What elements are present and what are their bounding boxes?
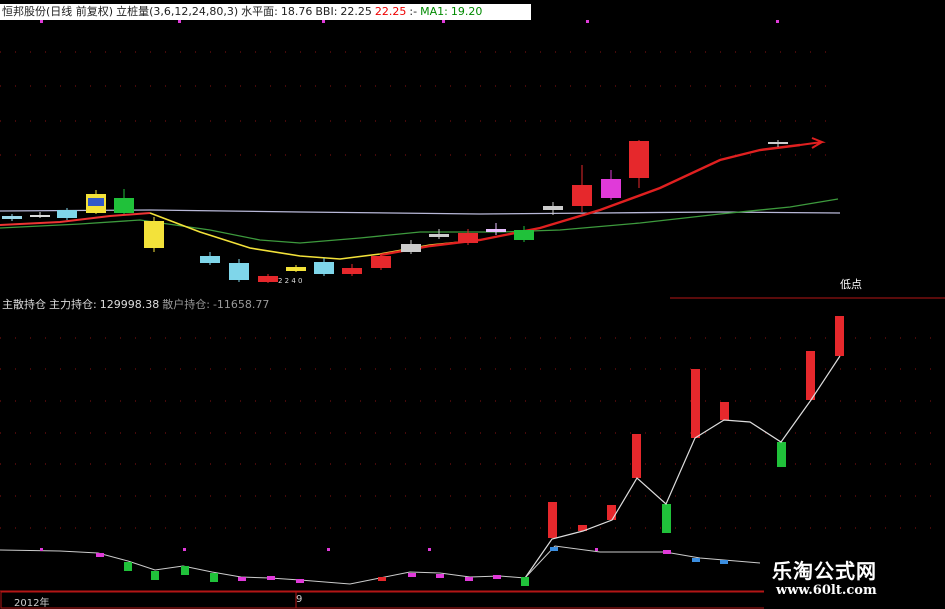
- sub-marker: [327, 548, 330, 551]
- sub-marker: [595, 548, 598, 551]
- stock-title: 恒邦股份(日线 前复权): [2, 5, 114, 18]
- candle-body: [258, 276, 278, 282]
- ma1-value: 19.20: [450, 5, 483, 18]
- candle-body: [114, 198, 134, 213]
- main-holding-value: 129998.38: [99, 298, 160, 311]
- retail-bar: [238, 577, 246, 581]
- watermark-title: 乐淘公式网: [772, 559, 877, 583]
- bbi-label: BBI:: [315, 5, 338, 18]
- candle-body: [286, 267, 306, 271]
- candle-body: [768, 142, 788, 144]
- sub-marker: [40, 548, 43, 551]
- sub-marker: [428, 548, 431, 551]
- watermark: 乐淘公式网 www.60lt.com: [764, 551, 945, 609]
- candle-body: [401, 244, 421, 252]
- holding-bar: [835, 316, 844, 356]
- watermark-url: www.60lt.com: [776, 583, 877, 598]
- candle-body: [57, 210, 77, 218]
- retail-bar: [124, 562, 132, 571]
- candle-body: [314, 262, 334, 274]
- candle-body: [342, 268, 362, 274]
- candle-body: [429, 234, 449, 237]
- retail-bar: [181, 566, 189, 575]
- holding-bar: [777, 442, 786, 467]
- candle-body: [543, 206, 563, 210]
- marker: [322, 20, 325, 23]
- candle-body: [514, 230, 534, 240]
- level-value: 18.76: [280, 5, 313, 18]
- candle-body: [572, 185, 592, 206]
- year-label: 2012年: [14, 598, 50, 609]
- low-point-label: 低点: [840, 278, 862, 291]
- holding-bar: [662, 504, 671, 533]
- marker: [776, 20, 779, 23]
- retail-bar: [378, 577, 386, 581]
- retail-bar: [408, 573, 416, 577]
- retail-holding-label: 散户持仓:: [162, 298, 210, 311]
- marker: [586, 20, 589, 23]
- retail-bar: [692, 558, 700, 562]
- retail-bar: [663, 550, 671, 554]
- bbi-value: 22.25: [340, 5, 372, 18]
- retail-bar: [465, 577, 473, 581]
- retail-bar: [550, 547, 558, 551]
- main-holding-line: [524, 355, 841, 579]
- holding-bar: [607, 505, 616, 520]
- candle-body: [458, 233, 478, 243]
- marker: [178, 20, 181, 23]
- candle-body: [200, 256, 220, 263]
- level-label: 水平面:: [241, 5, 278, 18]
- candle-body: [229, 263, 249, 280]
- marker: [40, 20, 43, 23]
- retail-bar: [436, 574, 444, 578]
- time-axis-box: [295, 591, 767, 609]
- sub-marker: [183, 548, 186, 551]
- retail-bar: [96, 553, 104, 557]
- retail-bar: [151, 571, 159, 580]
- candle-body: [2, 216, 22, 219]
- retail-bar: [296, 579, 304, 583]
- main-chart-header: 恒邦股份(日线 前复权) 立桩量(3,6,12,24,80,3) 水平面: 18…: [0, 4, 531, 20]
- candle-body: [30, 215, 50, 217]
- holding-bar: [632, 434, 641, 478]
- indicator-name: 立桩量(3,6,12,24,80,3): [116, 5, 239, 18]
- holding-bar: [720, 402, 729, 420]
- retail-bar: [493, 575, 501, 579]
- separator: :-: [409, 5, 418, 18]
- value-2: 22.25: [374, 5, 407, 18]
- candle-body: [371, 256, 391, 268]
- candle-body: [486, 229, 506, 232]
- retail-bar: [267, 576, 275, 580]
- retail-holding-value: -11658.77: [212, 298, 270, 311]
- candle-body: [601, 179, 621, 198]
- sub-indicator-name: 主散持仓: [2, 298, 46, 311]
- holding-bar: [691, 369, 700, 438]
- main-holding-label: 主力持仓:: [49, 298, 97, 311]
- marker: [442, 20, 445, 23]
- holding-bar: [806, 351, 815, 400]
- ma1-label: MA1:: [420, 5, 448, 18]
- candle-body: [629, 141, 649, 178]
- candle-body: [144, 221, 164, 248]
- retail-bar: [720, 560, 728, 564]
- month-label: 9: [296, 594, 303, 605]
- holding-bar: [548, 502, 557, 538]
- candle-fill-detail: [88, 198, 104, 206]
- retail-bar: [210, 573, 218, 582]
- trend-arrow: [799, 137, 826, 149]
- sub-chart-header: 主散持仓 主力持仓: 129998.38 散户持仓: -11658.77: [0, 297, 275, 313]
- retail-bar: [521, 577, 529, 586]
- small-note: 2 2 4 0: [278, 277, 303, 285]
